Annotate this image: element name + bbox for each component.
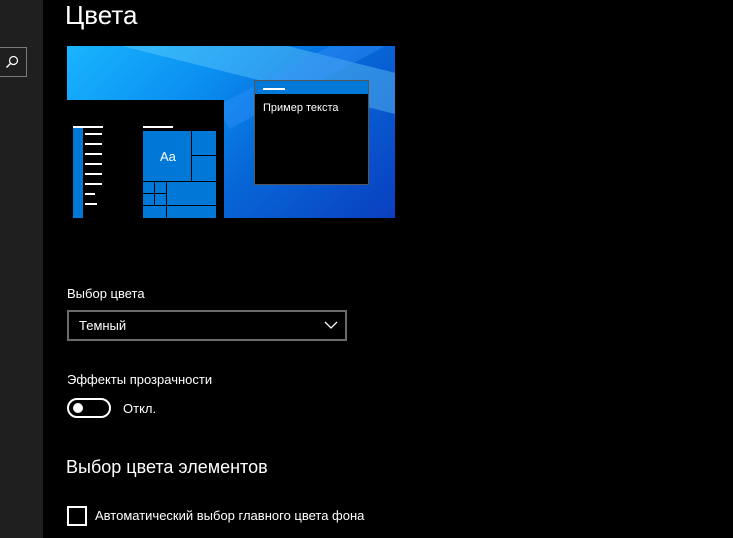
toggle-knob <box>73 403 83 413</box>
preview-tile-text: Aa <box>160 149 176 164</box>
sidebar <box>0 0 43 538</box>
color-choice-value: Темный <box>79 318 127 333</box>
transparency-state: Откл. <box>123 401 157 416</box>
preview-window: Пример текста <box>254 80 369 185</box>
page-title: Цвета <box>65 0 138 30</box>
search-icon <box>6 55 19 68</box>
transparency-toggle[interactable] <box>67 398 111 418</box>
color-choice-dropdown[interactable]: Темный <box>67 310 347 341</box>
preview-sample-text: Пример текста <box>263 102 339 114</box>
chevron-down-icon <box>324 321 338 329</box>
accent-heading: Выбор цвета элементов <box>66 457 268 477</box>
auto-accent-checkbox[interactable] <box>67 506 87 526</box>
color-choice-label: Выбор цвета <box>67 286 145 301</box>
preview-start-menu: Aa <box>67 100 224 218</box>
transparency-label: Эффекты прозрачности <box>67 372 213 387</box>
theme-preview: Aa Пример текста <box>67 46 395 218</box>
preview-tile-aa: Aa <box>143 131 191 181</box>
search-button[interactable] <box>0 47 27 77</box>
auto-accent-label[interactable]: Автоматический выбор главного цвета фона <box>95 508 364 523</box>
